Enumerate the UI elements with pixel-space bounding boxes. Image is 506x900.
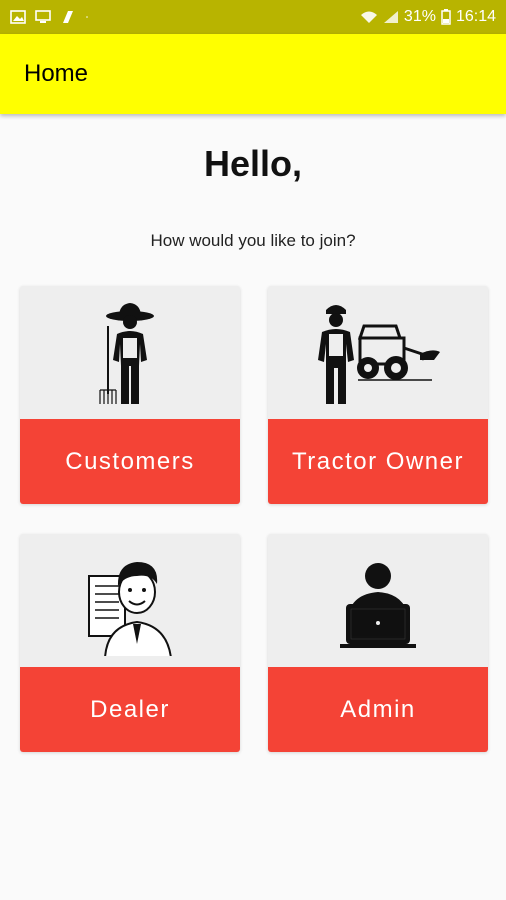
admin-laptop-icon bbox=[340, 563, 416, 648]
admin-label: Admin bbox=[340, 695, 416, 723]
card-image bbox=[268, 286, 488, 420]
customers-card[interactable]: Customers bbox=[20, 286, 240, 504]
wifi-icon bbox=[360, 11, 377, 23]
greeting-heading: Hello, bbox=[203, 143, 302, 184]
card-label-bar: Tractor Owner bbox=[268, 419, 488, 504]
app-icon bbox=[63, 11, 73, 23]
farmer-icon bbox=[99, 303, 154, 404]
battery-percentage: 31% bbox=[403, 8, 436, 25]
dealer-card[interactable]: Dealer bbox=[20, 534, 240, 752]
customers-label: Customers bbox=[65, 447, 195, 475]
card-label-bar: Dealer bbox=[20, 667, 240, 752]
tractor-owner-icon bbox=[318, 305, 440, 404]
battery-icon bbox=[441, 9, 451, 25]
card-image bbox=[268, 534, 488, 668]
card-label-bar: Customers bbox=[20, 419, 240, 504]
dealer-icon bbox=[88, 562, 172, 656]
admin-card[interactable]: Admin bbox=[268, 534, 488, 752]
join-prompt: How would you like to join? bbox=[150, 231, 356, 250]
tractor-owner-label: Tractor Owner bbox=[292, 447, 464, 475]
card-label-bar: Admin bbox=[268, 667, 488, 752]
card-image bbox=[20, 286, 240, 420]
dot-icon bbox=[86, 16, 88, 18]
status-bar: 31% 16:14 bbox=[0, 0, 506, 34]
clock: 16:14 bbox=[455, 8, 496, 25]
dealer-label: Dealer bbox=[90, 695, 170, 723]
card-image bbox=[20, 534, 240, 668]
tractor-owner-card[interactable]: Tractor Owner bbox=[268, 286, 488, 504]
signal-icon bbox=[383, 11, 398, 23]
image-icon bbox=[10, 10, 26, 24]
app-bar-title: Home bbox=[24, 60, 89, 87]
monitor-icon bbox=[35, 10, 51, 23]
app-bar: Home bbox=[0, 34, 506, 114]
